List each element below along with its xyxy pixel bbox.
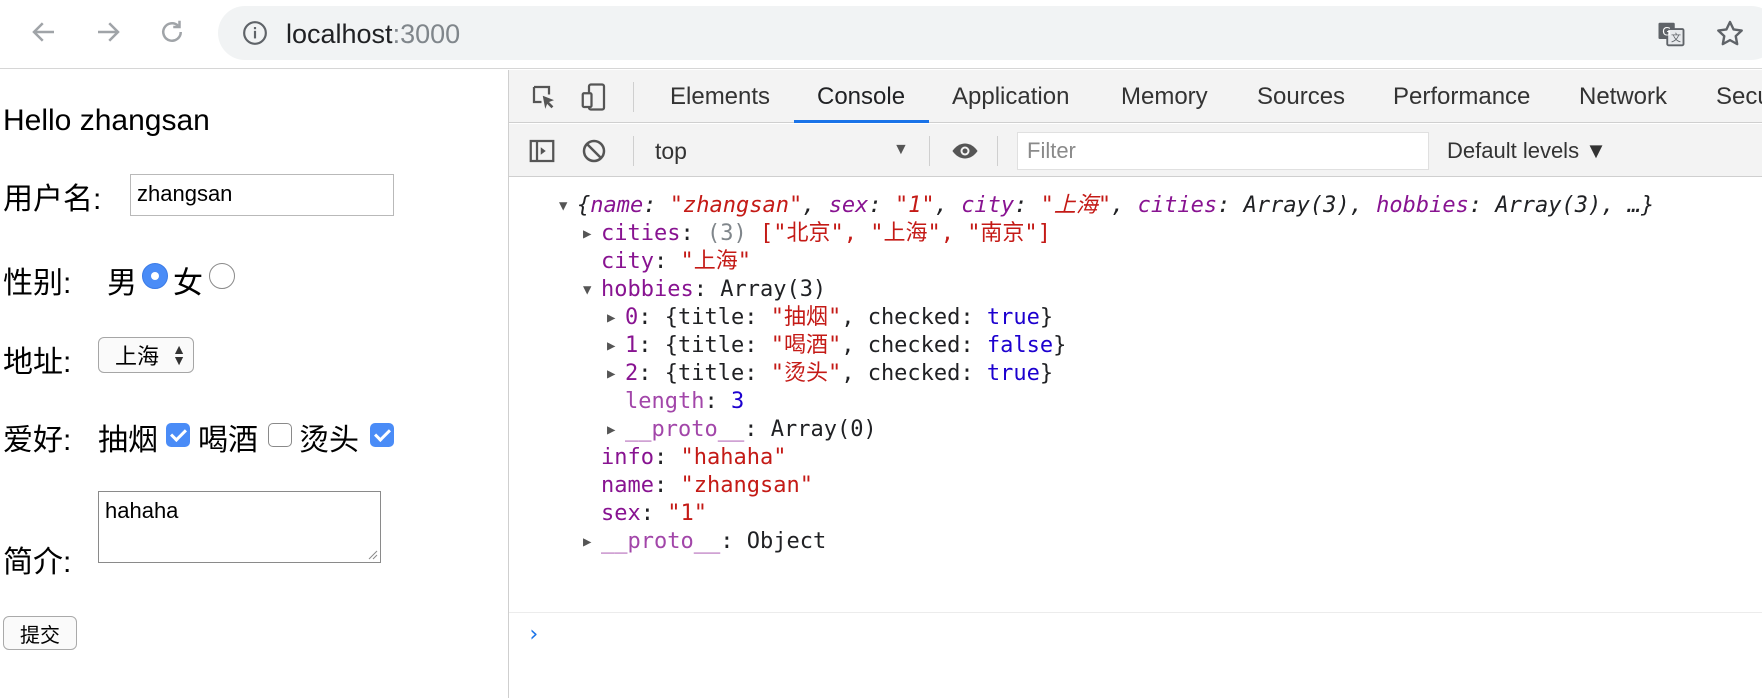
console-hobby-item[interactable]: ▶ 0: {title: "抽烟", checked: true} <box>607 304 1053 332</box>
context-selector[interactable]: top <box>655 138 687 165</box>
console-prop-object-proto[interactable]: ▶ __proto__: Object <box>583 528 826 556</box>
tab-memory[interactable]: Memory <box>1121 83 1208 111</box>
forward-button[interactable] <box>88 12 128 52</box>
intro-textarea[interactable]: hahaha <box>98 491 381 563</box>
clear-console-icon[interactable] <box>579 136 609 166</box>
console-prompt-icon[interactable]: › <box>527 622 540 647</box>
translate-icon[interactable]: G文 <box>1656 19 1686 49</box>
console-hobby-item[interactable]: ▶ 2: {title: "烫头", checked: true} <box>607 360 1053 388</box>
arrow-left-icon <box>32 22 54 42</box>
gender-male-label: 男 <box>107 267 137 300</box>
gender-female-label: 女 <box>173 267 203 300</box>
address-select-value: 上海 <box>115 344 160 369</box>
reload-icon <box>162 20 182 42</box>
info-icon[interactable] <box>242 20 268 46</box>
reload-button[interactable] <box>152 12 192 52</box>
filter-box <box>1017 132 1429 170</box>
filter-input[interactable] <box>1018 133 1428 169</box>
hobby-label-smoke: 抽烟 <box>98 424 158 457</box>
select-arrows-icon: ▲ ▼ <box>172 341 186 368</box>
hobby-checkbox-smoke[interactable] <box>166 423 190 447</box>
star-icon[interactable] <box>1714 18 1746 50</box>
console-prop-sex: sex: "1" <box>601 501 707 526</box>
toolbar-divider <box>633 136 634 166</box>
console-prop-name: name: "zhangsan" <box>601 473 813 498</box>
console-prop-array-proto[interactable]: ▶ __proto__: Array(0) <box>607 416 877 444</box>
page-content: Hello zhangsan 用户名: zhangsan 性别: 男 女 地址:… <box>0 70 508 698</box>
gender-male-radio[interactable] <box>142 263 168 289</box>
address-select[interactable]: 上海 ▲ ▼ <box>98 337 194 373</box>
submit-button[interactable]: 提交 <box>3 616 77 650</box>
tab-security[interactable]: Secu <box>1716 83 1762 111</box>
console-hobby-item[interactable]: ▶ 1: {title: "喝酒", checked: false} <box>607 332 1066 360</box>
console-prop-city: city: "上海" <box>601 249 751 274</box>
console-output: ▼ {name: "zhangsan", sex: "1", city: "上海"… <box>509 178 1762 698</box>
svg-text:G: G <box>1662 25 1671 38</box>
eye-icon[interactable] <box>949 136 981 166</box>
arrow-right-icon <box>98 22 120 42</box>
context-dropdown-icon[interactable]: ▼ <box>893 141 909 159</box>
console-prop-length: length: 3 <box>625 389 745 414</box>
hobby-label-drink: 喝酒 <box>198 424 258 457</box>
log-levels-dropdown[interactable]: Default levels ▼ <box>1447 138 1607 164</box>
active-tab-indicator <box>794 120 929 123</box>
console-prop-cities[interactable]: ▶ cities: (3) ["北京", "上海", "南京"] <box>583 220 1051 248</box>
tab-network[interactable]: Network <box>1579 83 1667 111</box>
toolbar-divider <box>929 136 930 166</box>
tab-application[interactable]: Application <box>952 83 1069 111</box>
address-label: 地址: <box>3 346 72 379</box>
console-toolbar: top ▼ Default levels ▼ <box>509 124 1762 177</box>
console-prop-hobbies[interactable]: ▼ hobbies: Array(3) <box>583 276 826 304</box>
resize-grip-icon[interactable] <box>366 548 378 560</box>
username-input[interactable]: zhangsan <box>130 174 394 216</box>
gender-label: 性别: <box>3 267 72 300</box>
hobby-label-perm: 烫头 <box>299 424 359 457</box>
browser-toolbar: localhost:3000 G文 <box>0 0 1762 69</box>
gender-female-radio[interactable] <box>209 263 235 289</box>
device-toolbar-icon[interactable] <box>579 82 609 112</box>
greeting-text: Hello zhangsan <box>3 104 210 137</box>
devtools-tabbar: Elements Console Application Memory Sour… <box>509 70 1762 123</box>
intro-textarea-value: hahaha <box>105 498 179 523</box>
tab-sources[interactable]: Sources <box>1257 83 1345 111</box>
toolbar-divider <box>997 136 998 166</box>
url-text: localhost:3000 <box>286 19 461 49</box>
hobby-checkbox-drink[interactable] <box>268 423 292 447</box>
show-sidebar-icon[interactable] <box>527 136 557 166</box>
inspect-element-icon[interactable] <box>529 82 559 112</box>
back-button[interactable] <box>24 12 64 52</box>
tab-elements[interactable]: Elements <box>670 83 770 111</box>
devtools-panel: Elements Console Application Memory Sour… <box>508 70 1762 698</box>
svg-text:文: 文 <box>1671 32 1681 45</box>
console-divider <box>509 612 1762 613</box>
console-object-summary[interactable]: ▼ {name: "zhangsan", sex: "1", city: "上海"… <box>559 192 1654 220</box>
address-bar[interactable]: localhost:3000 G文 <box>218 6 1762 60</box>
username-label: 用户名: <box>3 183 102 216</box>
tab-performance[interactable]: Performance <box>1393 83 1530 111</box>
tab-console[interactable]: Console <box>817 83 905 111</box>
console-prop-info: info: "hahaha" <box>601 445 787 470</box>
intro-label: 简介: <box>3 546 72 579</box>
hobby-checkbox-perm[interactable] <box>370 423 394 447</box>
hobby-label: 爱好: <box>3 424 72 457</box>
toolbar-divider <box>633 82 634 112</box>
